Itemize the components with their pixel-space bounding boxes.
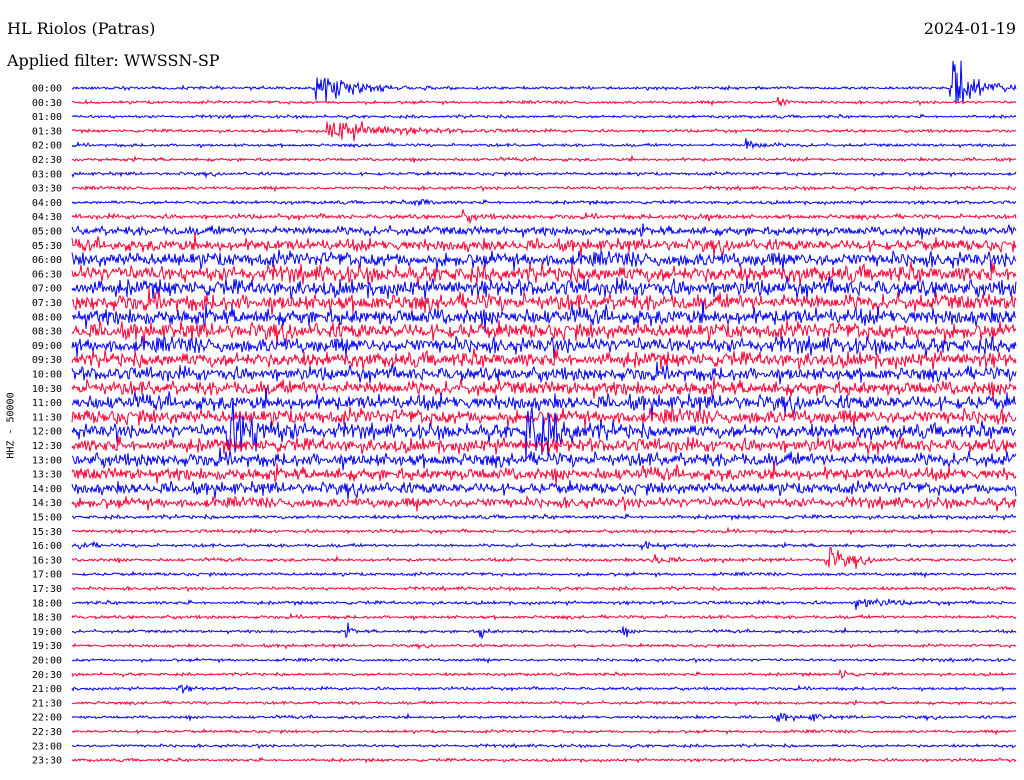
- row-label: 20:30: [32, 670, 62, 681]
- row-label: 17:30: [32, 584, 62, 595]
- row-label: 14:30: [32, 498, 62, 509]
- trace-line: [71, 198, 1017, 208]
- row-label: 04:30: [32, 212, 62, 223]
- row-label: 19:30: [32, 641, 62, 652]
- row-label: 18:30: [32, 613, 62, 624]
- row-label: 00:30: [32, 98, 62, 109]
- row-label: 01:00: [32, 112, 62, 123]
- helicorder-plot: 00:00 00:30 01:00 01:30 02:00 02:30 03:00 03:30…: [32, 60, 1017, 767]
- trace-line: [71, 376, 1017, 402]
- trace-line: [71, 642, 1017, 651]
- row-label: 04:00: [32, 198, 62, 209]
- trace-line: [71, 728, 1017, 736]
- trace-line: [71, 585, 1017, 593]
- row-label: 00:00: [32, 84, 62, 95]
- row-label: 18:00: [32, 598, 62, 609]
- trace-line: [71, 512, 1017, 522]
- trace-line: [71, 612, 1017, 621]
- row-label: 13:30: [32, 470, 62, 481]
- trace-line: [71, 526, 1017, 536]
- trace-line: [71, 335, 1017, 359]
- row-label: 16:30: [32, 555, 62, 566]
- trace-line: [71, 233, 1017, 257]
- row-label: 05:00: [32, 227, 62, 238]
- trace-line: [71, 121, 1017, 142]
- row-label: 17:00: [32, 570, 62, 581]
- trace-line: [71, 170, 1017, 179]
- trace-line: [71, 435, 1017, 455]
- row-label: 09:30: [32, 355, 62, 366]
- row-label: 10:30: [32, 384, 62, 395]
- row-label: 08:00: [32, 312, 62, 323]
- trace-line: [71, 657, 1017, 665]
- row-label: 05:30: [32, 241, 62, 252]
- trace-line: [71, 698, 1017, 707]
- row-label: 03:30: [32, 184, 62, 195]
- row-label: 07:30: [32, 298, 62, 309]
- trace-line: [71, 348, 1017, 370]
- row-label: 02:30: [32, 155, 62, 166]
- trace-line: [71, 669, 1017, 680]
- row-label: 11:30: [32, 412, 62, 423]
- row-label: 23:30: [32, 756, 62, 767]
- row-label: 11:00: [32, 398, 62, 409]
- trace-line: [71, 756, 1017, 764]
- trace-line: [71, 261, 1017, 288]
- row-label: 20:00: [32, 656, 62, 667]
- trace-line: [71, 742, 1017, 750]
- trace-line: [71, 622, 1017, 640]
- trace-line: [71, 461, 1017, 487]
- trace-line: [71, 154, 1017, 163]
- row-label: 08:30: [32, 327, 62, 338]
- trace-line: [71, 138, 1017, 150]
- trace-line: [71, 684, 1017, 694]
- row-label: 07:00: [32, 284, 62, 295]
- row-label: 14:00: [32, 484, 62, 495]
- row-label: 09:00: [32, 341, 62, 352]
- trace-line: [71, 184, 1017, 193]
- trace-line: [71, 249, 1017, 273]
- trace-line: [71, 113, 1017, 121]
- trace-line: [71, 96, 1017, 107]
- row-label: 16:00: [32, 541, 62, 552]
- row-label: 15:30: [32, 527, 62, 538]
- trace-line: [71, 547, 1017, 570]
- row-label: 12:30: [32, 441, 62, 452]
- trace-line: [71, 495, 1017, 512]
- row-label: 06:30: [32, 269, 62, 280]
- row-label: 06:00: [32, 255, 62, 266]
- trace-line: [71, 570, 1017, 579]
- trace-line: [71, 209, 1017, 225]
- row-label: 21:30: [32, 698, 62, 709]
- row-label: 21:00: [32, 684, 62, 695]
- row-label: 13:00: [32, 455, 62, 466]
- row-label: 22:30: [32, 727, 62, 738]
- row-label: 12:00: [32, 427, 62, 438]
- row-label: 22:00: [32, 713, 62, 724]
- trace-line: [71, 597, 1017, 610]
- row-label: 19:00: [32, 627, 62, 638]
- trace-line: [71, 361, 1017, 385]
- trace-line: [71, 712, 1017, 723]
- row-label: 02:00: [32, 141, 62, 152]
- trace-line: [71, 223, 1017, 240]
- trace-line: [71, 540, 1017, 552]
- trace-line: [71, 447, 1017, 471]
- row-label: 03:00: [32, 169, 62, 180]
- trace-line: [71, 480, 1017, 500]
- trace-line: [71, 60, 1017, 105]
- row-label: 23:00: [32, 741, 62, 752]
- row-label: 15:00: [32, 513, 62, 524]
- row-label: 10:00: [32, 370, 62, 381]
- row-label: 01:30: [32, 126, 62, 137]
